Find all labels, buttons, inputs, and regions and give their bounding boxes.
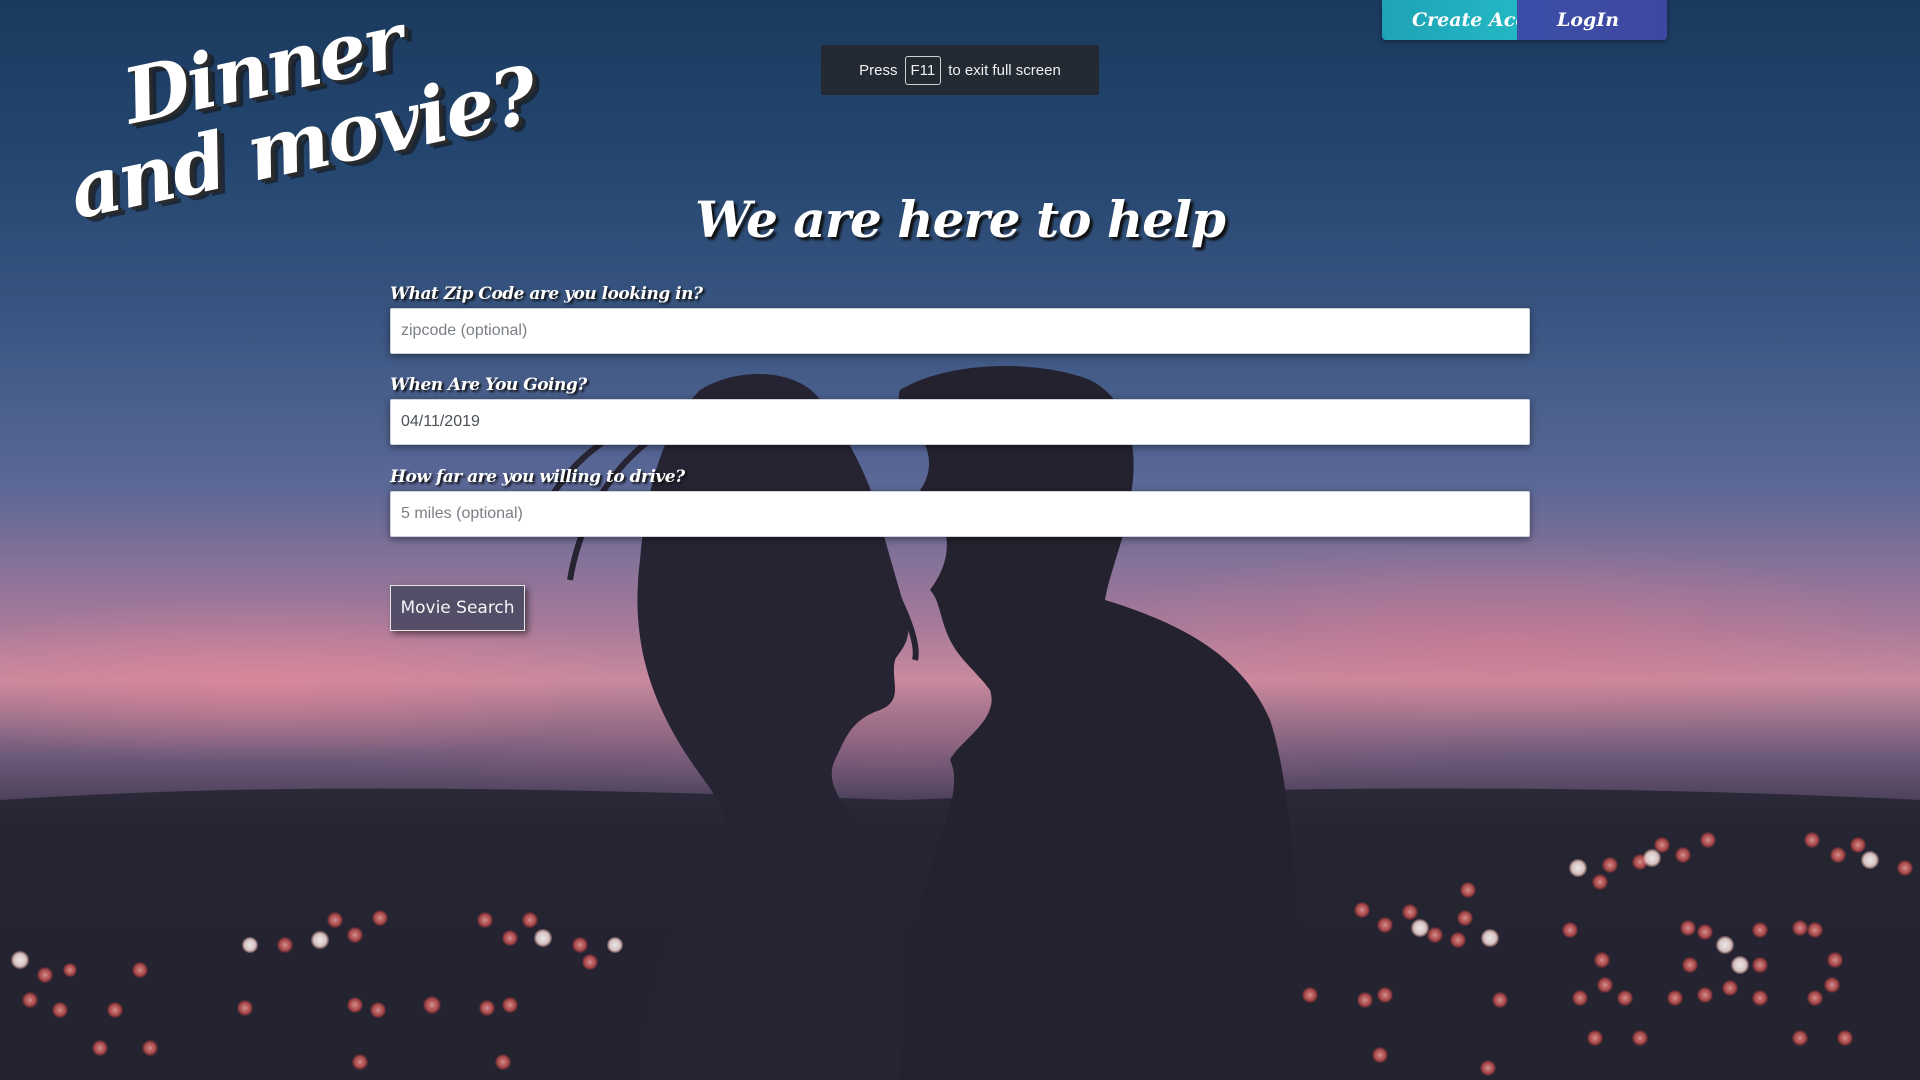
movie-search-button[interactable]: Movie Search (390, 585, 525, 631)
search-form: What Zip Code are you looking in? zipcod… (390, 284, 1530, 537)
distance-input[interactable]: 5 miles (optional) (390, 491, 1530, 537)
zip-code-label: What Zip Code are you looking in? (390, 284, 703, 304)
login-button[interactable]: LogIn (1517, 0, 1667, 40)
page-heading: We are here to help (695, 190, 1226, 249)
date-input[interactable]: 04/11/2019 (390, 399, 1530, 445)
f11-key-badge: F11 (904, 55, 942, 85)
date-label: When Are You Going? (390, 375, 587, 395)
fullscreen-notice: Press F11 to exit full screen (821, 45, 1099, 95)
auth-buttons: Create Account LogIn (1382, 0, 1667, 40)
fullscreen-notice-prefix: Press (859, 61, 898, 79)
fullscreen-notice-suffix: to exit full screen (948, 61, 1061, 79)
distance-label: How far are you willing to drive? (390, 467, 685, 487)
site-logo[interactable]: Dinner and movie? (60, 0, 544, 237)
create-account-button[interactable]: Create Account (1382, 0, 1517, 40)
zip-code-input[interactable]: zipcode (optional) (390, 308, 1530, 354)
